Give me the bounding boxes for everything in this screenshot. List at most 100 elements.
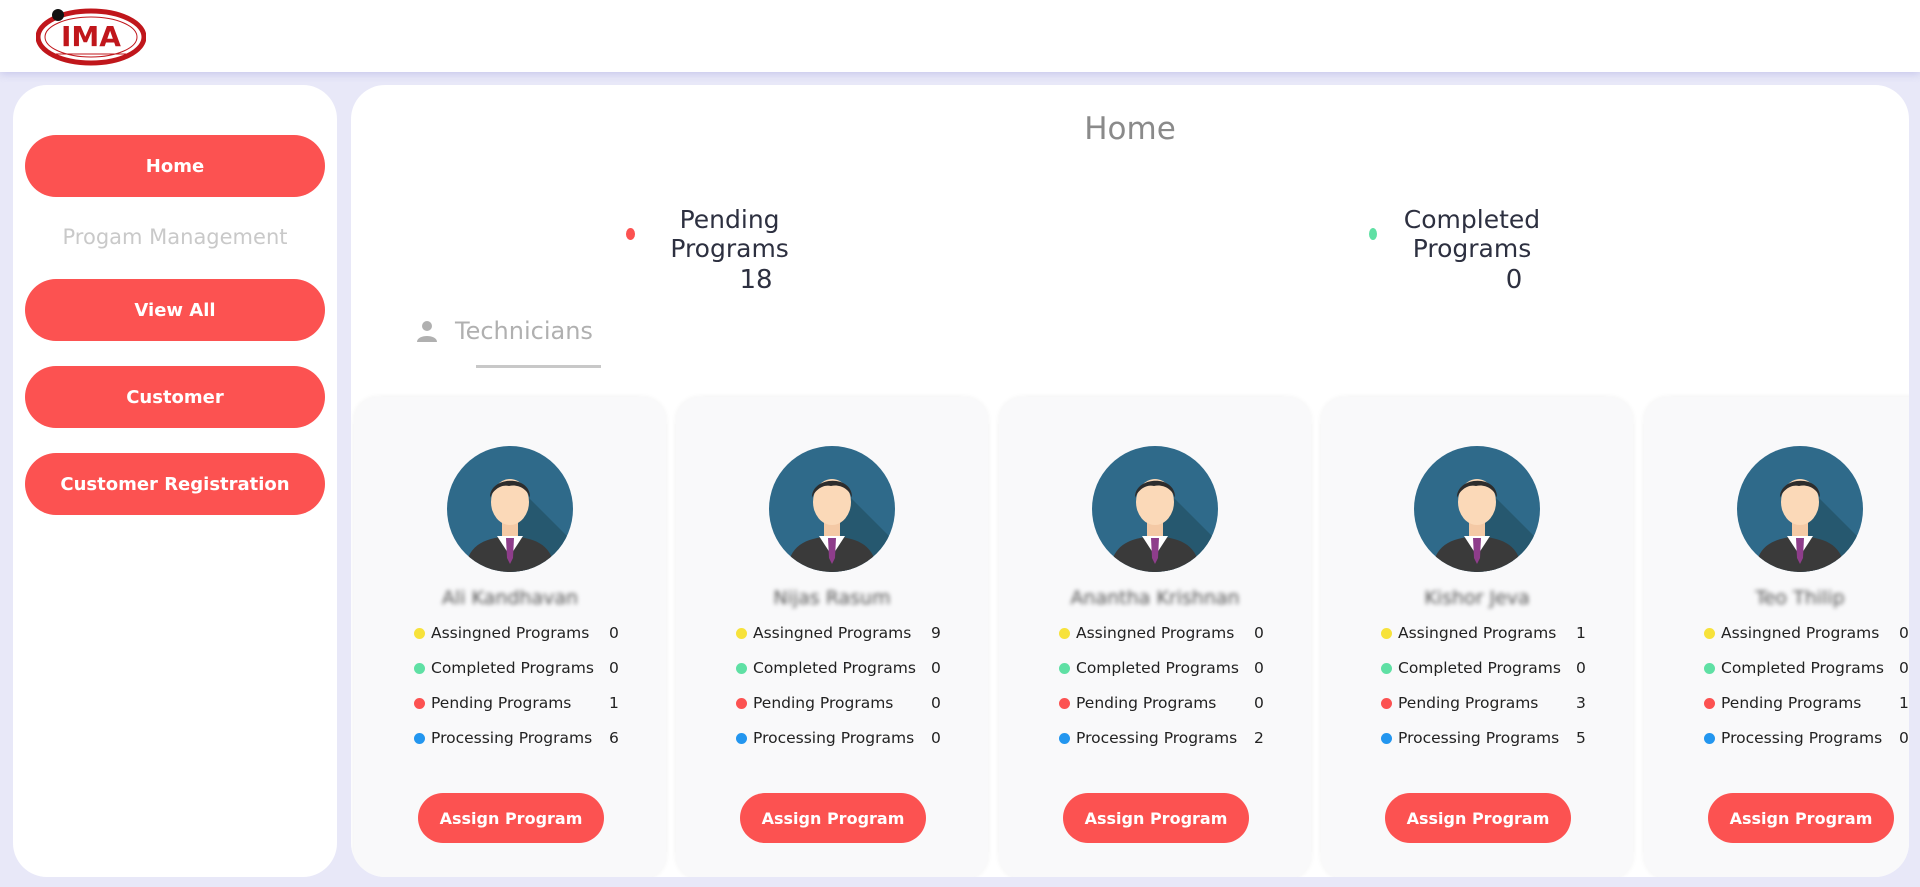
completed-dot-icon	[1704, 662, 1715, 674]
assigned-label: Assingned Programs	[1721, 624, 1880, 642]
assigned-label: Assingned Programs	[753, 624, 912, 642]
stat-row-pending: Pending Programs 3	[1381, 692, 1621, 714]
completed-label: Completed Programs	[1721, 659, 1884, 677]
stat-row-assigned: Assingned Programs 0	[414, 622, 654, 644]
assign-program-button[interactable]: Assign Program	[1063, 793, 1249, 843]
processing-dot-icon	[1704, 732, 1715, 744]
ima-logo[interactable]: IMA	[36, 6, 146, 66]
pending-dot-icon	[1059, 697, 1070, 709]
processing-dot-icon	[1059, 732, 1070, 744]
completed-label: Completed Programs	[1076, 659, 1239, 677]
pending-value: 1	[1899, 694, 1909, 712]
nav-customer-button[interactable]: Customer	[25, 366, 325, 428]
pending-dot-icon	[1381, 697, 1392, 709]
assigned-value: 9	[931, 624, 941, 642]
stat-row-pending: Pending Programs 0	[736, 692, 976, 714]
stat-row-processing: Processing Programs 5	[1381, 727, 1621, 749]
pending-dot-icon	[1704, 697, 1715, 709]
processing-label: Processing Programs	[753, 729, 915, 747]
processing-value: 5	[1576, 729, 1586, 747]
completed-label: Completed Programs	[431, 659, 594, 677]
assign-program-button[interactable]: Assign Program	[1708, 793, 1894, 843]
assigned-dot-icon	[1059, 627, 1070, 639]
stat-row-completed: Completed Programs 0	[1059, 657, 1299, 679]
top-bar: IMA	[0, 0, 1920, 72]
stat-row-processing: Processing Programs 6	[414, 727, 654, 749]
sidebar: Home Progam Management View All Customer…	[13, 85, 337, 877]
assigned-value: 0	[609, 624, 619, 642]
completed-value: 0	[1576, 659, 1586, 677]
nav-view-all-button[interactable]: View All	[25, 279, 325, 341]
pending-value: 0	[1254, 694, 1264, 712]
completed-value: 0	[931, 659, 941, 677]
stat-row-completed: Completed Programs 0	[1381, 657, 1621, 679]
processing-dot-icon	[414, 732, 425, 744]
stat-row-assigned: Assingned Programs 0	[1059, 622, 1299, 644]
pending-label: Pending Programs	[753, 694, 894, 712]
assigned-label: Assingned Programs	[1398, 624, 1557, 642]
processing-value: 0	[931, 729, 941, 747]
pending-programs-value: 18	[739, 265, 773, 295]
avatar	[1737, 446, 1863, 572]
stat-row-processing: Processing Programs 2	[1059, 727, 1299, 749]
tab-technicians[interactable]: Technicians	[415, 317, 593, 345]
assigned-dot-icon	[414, 627, 425, 639]
technician-card: Kishor Jeva Assingned Programs 1 Completed …	[1321, 397, 1633, 877]
assigned-value: 1	[1576, 624, 1586, 642]
stat-row-completed: Completed Programs 0	[414, 657, 654, 679]
technician-card: Teo Thilip Assingned Programs 0 Completed P…	[1644, 397, 1909, 877]
avatar	[1414, 446, 1540, 572]
stat-row-assigned: Assingned Programs 9	[736, 622, 976, 644]
assigned-value: 0	[1254, 624, 1264, 642]
processing-value: 6	[609, 729, 619, 747]
processing-dot-icon	[1381, 732, 1392, 744]
assigned-value: 0	[1899, 624, 1909, 642]
completed-dot-icon	[1369, 228, 1377, 240]
pending-dot-icon	[736, 697, 747, 709]
tab-technicians-label: Technicians	[455, 317, 593, 345]
completed-programs-label: Completed Programs	[1403, 205, 1541, 263]
assigned-dot-icon	[1381, 627, 1392, 639]
pending-programs-stat: Pending Programs 18	[626, 205, 816, 295]
pending-value: 3	[1576, 694, 1586, 712]
assign-program-button[interactable]: Assign Program	[1385, 793, 1571, 843]
stat-row-completed: Completed Programs 0	[736, 657, 976, 679]
pending-programs-label: Pending Programs	[670, 205, 789, 263]
completed-value: 0	[1254, 659, 1264, 677]
stat-row-processing: Processing Programs 0	[736, 727, 976, 749]
pending-label: Pending Programs	[1076, 694, 1217, 712]
stat-row-assigned: Assingned Programs 1	[1381, 622, 1621, 644]
processing-label: Processing Programs	[1721, 729, 1883, 747]
processing-value: 2	[1254, 729, 1264, 747]
avatar	[1092, 446, 1218, 572]
pending-dot-icon	[414, 697, 425, 709]
processing-dot-icon	[736, 732, 747, 744]
technician-name: Kishor Jeva	[1424, 587, 1530, 609]
nav-customer-registration-button[interactable]: Customer Registration	[25, 453, 325, 515]
technician-name: Anantha Krishnan	[1070, 587, 1240, 609]
completed-programs-value: 0	[1505, 265, 1523, 295]
pending-label: Pending Programs	[1721, 694, 1862, 712]
pending-value: 1	[609, 694, 619, 712]
completed-value: 0	[1899, 659, 1909, 677]
program-management-section-label: Progam Management	[62, 225, 288, 249]
technician-name: Nijas Rasum	[773, 587, 891, 609]
completed-label: Completed Programs	[1398, 659, 1561, 677]
assigned-dot-icon	[1704, 627, 1715, 639]
avatar	[447, 446, 573, 572]
assigned-dot-icon	[736, 627, 747, 639]
assigned-label: Assingned Programs	[431, 624, 590, 642]
technician-card: Nijas Rasum Assingned Programs 9 Completed …	[676, 397, 988, 877]
assign-program-button[interactable]: Assign Program	[740, 793, 926, 843]
processing-label: Processing Programs	[431, 729, 593, 747]
stat-row-completed: Completed Programs 0	[1704, 657, 1909, 679]
pending-value: 0	[931, 694, 941, 712]
tab-underline	[476, 365, 601, 368]
completed-dot-icon	[1381, 662, 1392, 674]
technician-name: Teo Thilip	[1755, 587, 1845, 609]
svg-text:IMA: IMA	[61, 20, 121, 53]
pending-label: Pending Programs	[431, 694, 572, 712]
nav-home-button[interactable]: Home	[25, 135, 325, 197]
assign-program-button[interactable]: Assign Program	[418, 793, 604, 843]
completed-label: Completed Programs	[753, 659, 916, 677]
